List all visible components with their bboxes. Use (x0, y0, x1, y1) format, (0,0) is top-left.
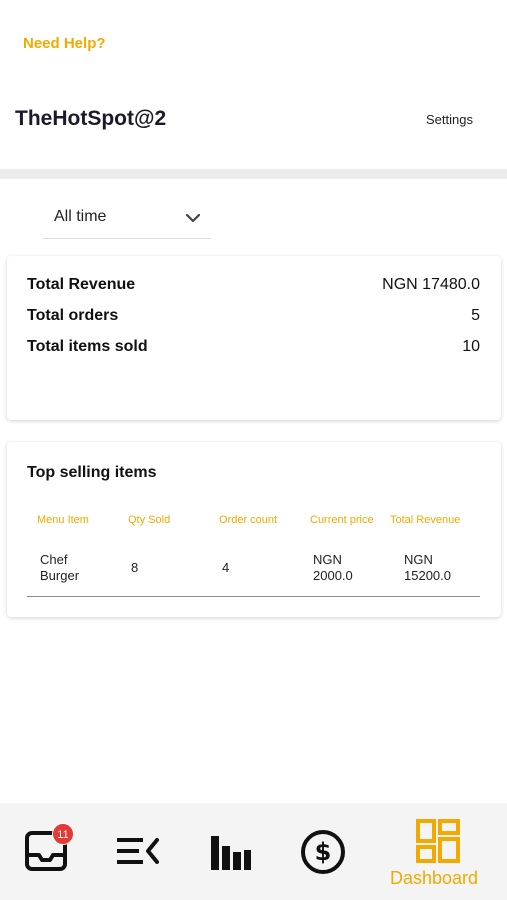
stat-label: Total Revenue (27, 276, 136, 293)
dollar-icon: $ (301, 830, 345, 874)
dashboard-icon (416, 819, 460, 863)
period-dropdown[interactable]: All time (43, 199, 211, 239)
cell-qty-sold: 8 (131, 560, 139, 575)
cell-line: 2000.0 (313, 568, 353, 583)
cell-line: Chef (40, 552, 68, 567)
period-dropdown-value: All time (54, 208, 107, 225)
tab-menu[interactable] (95, 803, 185, 900)
summary-card: Total Revenue NGN 17480.0 Total orders 5… (7, 256, 501, 420)
column-header-menu-item: Menu Item (37, 514, 89, 526)
page-title: TheHotSpot@2 (15, 107, 167, 130)
inbox-badge: 11 (52, 823, 74, 845)
stat-value: 10 (462, 338, 480, 355)
column-header-order-count: Order count (219, 514, 278, 526)
cell-current-price: NGN 2000.0 (313, 552, 353, 584)
column-header-total-revenue: Total Revenue (390, 514, 461, 526)
tab-payments[interactable]: $ (275, 803, 370, 900)
tab-orders[interactable]: 11 (0, 803, 95, 900)
stat-value: 5 (471, 307, 480, 324)
cell-line: NGN (404, 552, 433, 567)
bar-chart-icon (211, 836, 251, 870)
stat-row-total-items-sold: Total items sold 10 (27, 338, 480, 360)
bottom-tab-bar: 11 $ Dashboard (0, 803, 507, 900)
column-header-current-price: Current price (310, 514, 374, 526)
cell-line: 15200.0 (404, 568, 451, 583)
top-selling-card: Top selling items Menu Item Qty Sold Ord… (7, 442, 501, 617)
stat-row-total-revenue: Total Revenue NGN 17480.0 (27, 276, 480, 298)
column-header-qty-sold: Qty Sold (128, 514, 171, 526)
stat-value: NGN 17480.0 (382, 276, 480, 293)
cell-order-count: 4 (222, 560, 230, 575)
cell-total-revenue: NGN 15200.0 (404, 552, 451, 584)
cell-line: Burger (40, 568, 80, 583)
stat-label: Total items sold (27, 338, 148, 355)
stat-label: Total orders (27, 307, 119, 324)
need-help-link[interactable]: Need Help? (23, 35, 106, 52)
app-screen: Need Help? TheHotSpot@2 Settings All tim… (0, 0, 507, 900)
header-divider (0, 169, 507, 179)
cell-menu-item: Chef Burger (40, 552, 79, 584)
stat-row-total-orders: Total orders 5 (27, 307, 480, 329)
tab-dashboard-label: Dashboard (390, 868, 479, 888)
menu-list-icon (117, 838, 159, 864)
cell-line: NGN (313, 552, 342, 567)
tab-reports[interactable] (185, 803, 275, 900)
chevron-down-icon (185, 213, 201, 223)
row-divider (27, 596, 480, 597)
top-selling-title: Top selling items (27, 464, 157, 481)
tab-dashboard[interactable]: Dashboard (370, 803, 507, 900)
svg-text:$: $ (315, 838, 332, 866)
settings-link[interactable]: Settings (426, 112, 473, 127)
